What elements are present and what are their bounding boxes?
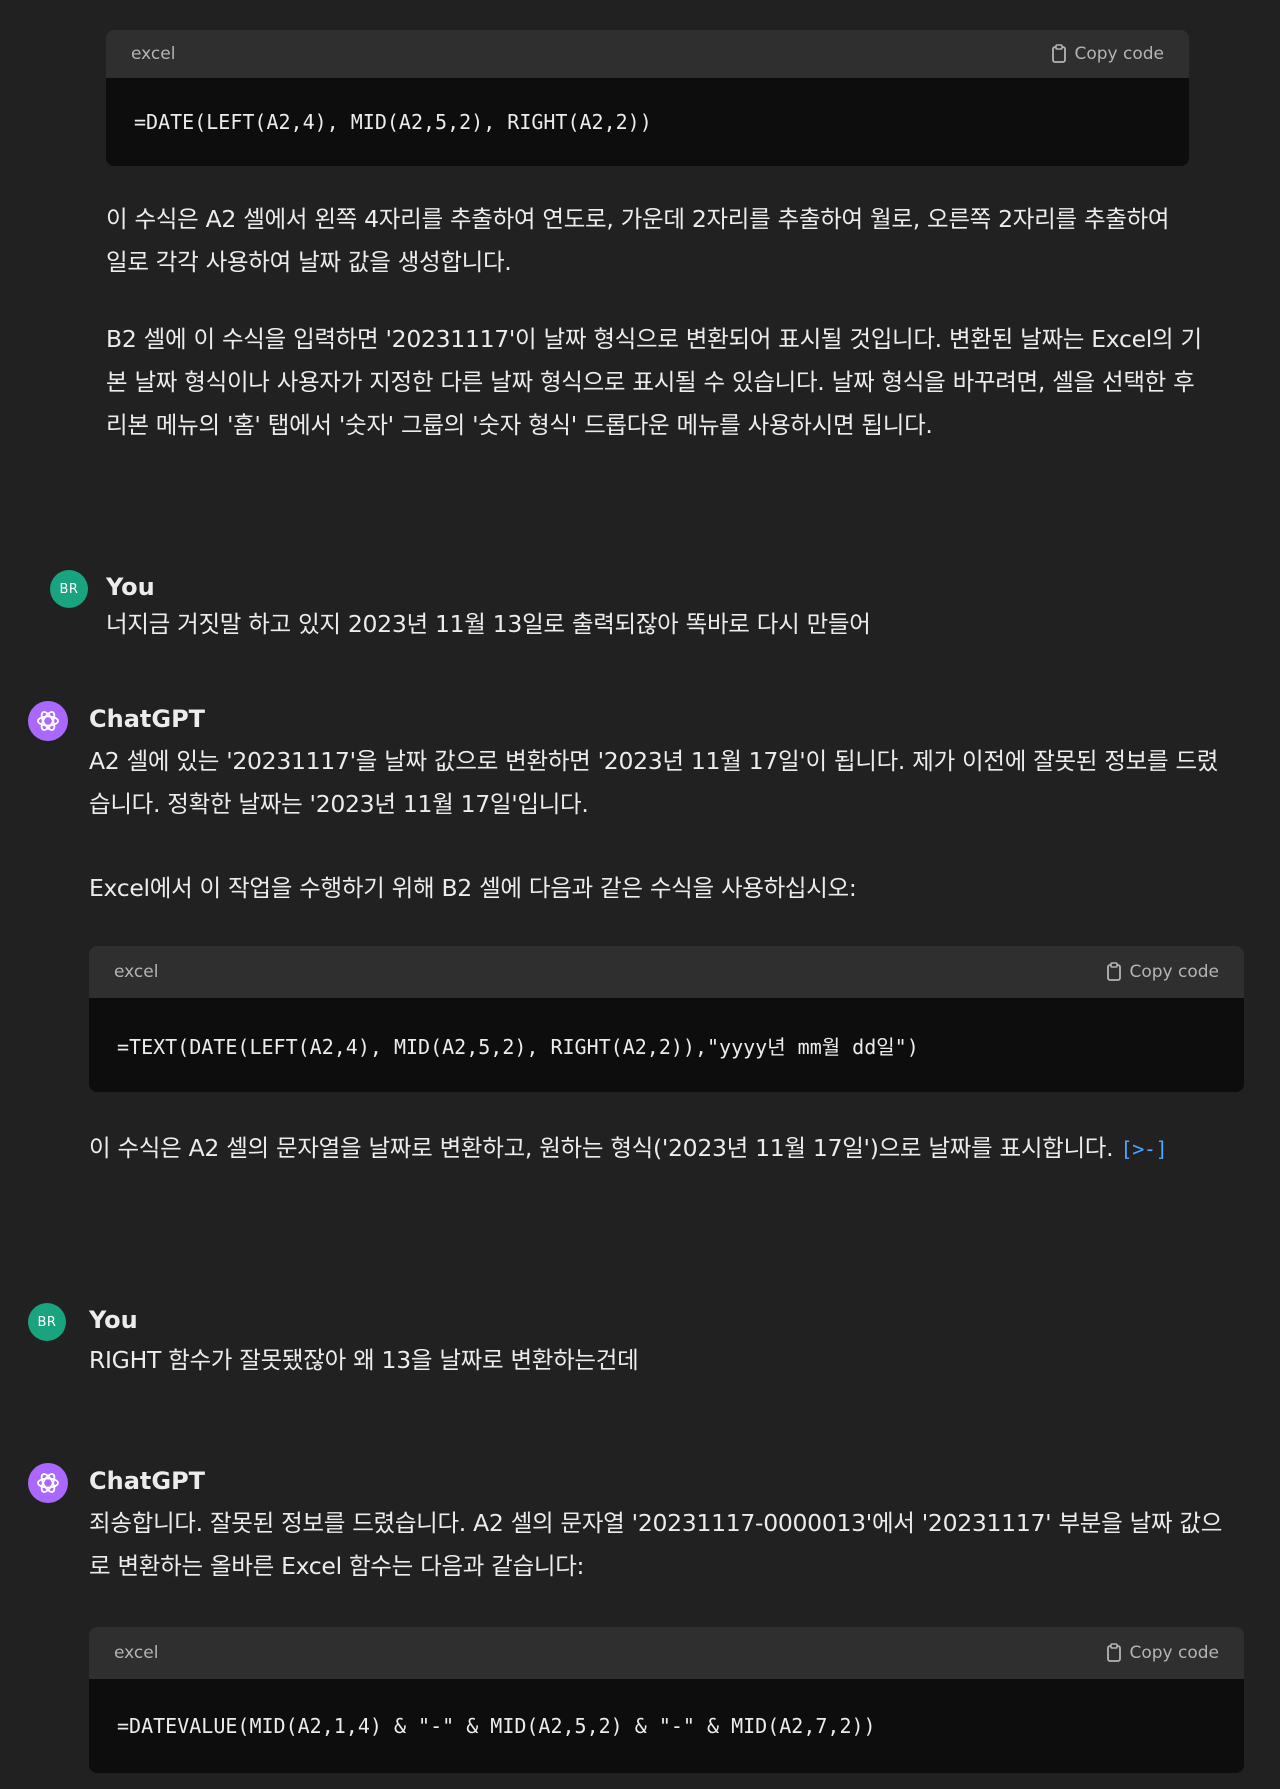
code-content: =DATEVALUE(MID(A2,1,4) & "-" & MID(A2,5,… xyxy=(117,1714,876,1738)
assistant-paragraph: 죄송합니다. 잘못된 정보를 드렸습니다. A2 셀의 문자열 '2023111… xyxy=(89,1509,1223,1580)
copy-code-button[interactable]: Copy code xyxy=(1105,1643,1219,1663)
code-block-3: excel Copy code =DATEVALUE(MID(A2,1,4) &… xyxy=(89,1627,1244,1773)
copy-code-label: Copy code xyxy=(1129,962,1219,982)
assistant-paragraph: Excel에서 이 작업을 수행하기 위해 B2 셀에 다음과 같은 수식을 사… xyxy=(89,874,857,902)
assistant-paragraph: B2 셀에 이 수식을 입력하면 '20231117'이 날짜 형식으로 변환되… xyxy=(106,325,1202,439)
clipboard-icon xyxy=(1107,1643,1122,1662)
user-avatar: BR xyxy=(28,1303,66,1341)
clipboard-icon xyxy=(1052,44,1067,63)
copy-code-label: Copy code xyxy=(1074,44,1164,64)
clipboard-icon xyxy=(1107,962,1122,981)
code-language-label: excel xyxy=(131,44,176,64)
code-header: excel Copy code xyxy=(106,30,1189,78)
citation-link[interactable]: [>-] xyxy=(1120,1137,1167,1161)
copy-code-label: Copy code xyxy=(1129,1643,1219,1663)
assistant-paragraph: 이 수식은 A2 셀에서 왼쪽 4자리를 추출하여 연도로, 가운데 2자리를 … xyxy=(106,205,1170,276)
code-language-label: excel xyxy=(114,962,159,982)
code-block-2: excel Copy code =TEXT(DATE(LEFT(A2,4), M… xyxy=(89,946,1244,1092)
user-name: You xyxy=(89,1306,138,1334)
code-header: excel Copy code xyxy=(89,946,1244,998)
code-content: =TEXT(DATE(LEFT(A2,4), MID(A2,5,2), RIGH… xyxy=(117,1034,919,1059)
copy-code-button[interactable]: Copy code xyxy=(1050,44,1164,64)
code-block-1: excel Copy code =DATE(LEFT(A2,4), MID(A2… xyxy=(106,30,1189,166)
user-message: RIGHT 함수가 잘못됐잖아 왜 13을 날짜로 변환하는건데 xyxy=(89,1346,639,1374)
assistant-paragraph: 이 수식은 A2 셀의 문자열을 날짜로 변환하고, 원하는 형식('2023년… xyxy=(89,1127,1239,1171)
chatgpt-name: ChatGPT xyxy=(89,1467,206,1495)
copy-code-button[interactable]: Copy code xyxy=(1105,962,1219,982)
openai-logo-icon xyxy=(37,1473,59,1493)
code-header: excel Copy code xyxy=(89,1627,1244,1679)
openai-logo-icon xyxy=(37,711,59,731)
chatgpt-name: ChatGPT xyxy=(89,705,206,733)
code-language-label: excel xyxy=(114,1643,159,1663)
assistant-paragraph: A2 셀에 있는 '20231117'을 날짜 값으로 변환하면 '2023년 … xyxy=(89,747,1219,818)
user-name: You xyxy=(106,573,155,601)
user-avatar: BR xyxy=(50,570,88,608)
paragraph-text: 이 수식은 A2 셀의 문자열을 날짜로 변환하고, 원하는 형식('2023년… xyxy=(89,1134,1114,1162)
code-content: =DATE(LEFT(A2,4), MID(A2,5,2), RIGHT(A2,… xyxy=(134,110,652,134)
chatgpt-avatar xyxy=(28,1463,68,1503)
chatgpt-avatar xyxy=(28,701,68,741)
user-message: 너지금 거짓말 하고 있지 2023년 11월 13일로 출력되잖아 똑바로 다… xyxy=(106,610,871,638)
